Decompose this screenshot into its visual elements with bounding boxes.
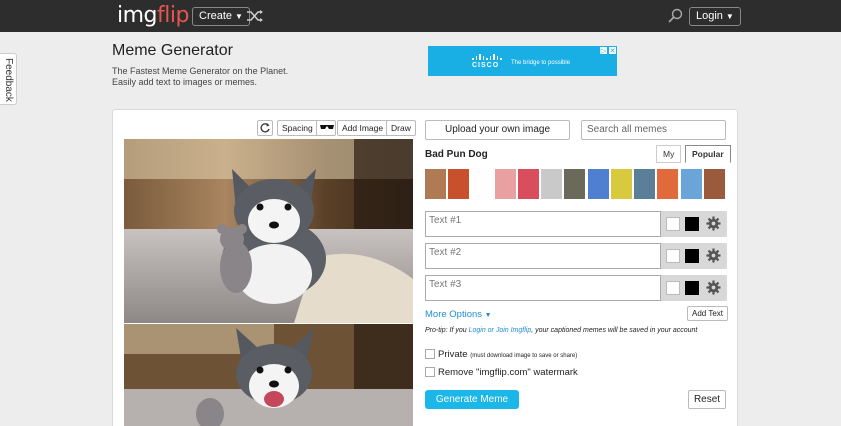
cisco-bars-icon (472, 54, 502, 60)
meme-thumbnail[interactable] (425, 169, 446, 199)
login-label: Login (696, 10, 723, 22)
pro-tip-prefix: Pro-tip: If you (425, 327, 469, 334)
private-note: (must download image to save or share) (470, 353, 578, 359)
meme-thumbnail[interactable] (681, 169, 702, 199)
login-join-link[interactable]: Login or Join Imgflip (469, 327, 532, 334)
private-label: Private (must download image to save or … (438, 349, 577, 360)
text-row-2: Text #2 (425, 243, 727, 269)
page-title: Meme Generator (112, 42, 233, 59)
ad-banner[interactable]: CISCO The bridge to possible ▷ ✕ (428, 46, 617, 76)
private-checkbox[interactable] (425, 349, 435, 359)
search-icon[interactable] (667, 8, 683, 24)
chevron-down-icon: ▼ (235, 12, 243, 21)
gear-icon[interactable] (706, 216, 721, 231)
meme-thumbnail-strip (425, 169, 727, 199)
meme-image-top[interactable] (124, 139, 413, 323)
meme-thumbnail[interactable] (495, 169, 516, 199)
top-navbar: imgflip Create ▼ Login ▼ (0, 0, 841, 32)
meme-thumbnail[interactable] (471, 169, 492, 199)
text-input-3[interactable]: Text #3 (425, 275, 661, 301)
chevron-down-icon: ▼ (484, 312, 492, 319)
draw-button[interactable]: Draw (386, 120, 416, 136)
meme-thumbnail[interactable] (518, 169, 539, 199)
outline-color-white[interactable] (666, 249, 680, 263)
add-text-button[interactable]: Add Text (687, 306, 728, 321)
logo-part-1: img (117, 3, 158, 28)
text-row-3: Text #3 (425, 275, 727, 301)
chevron-down-icon: ▼ (725, 12, 734, 21)
meme-thumbnail[interactable] (634, 169, 655, 199)
page-subtitle: The Fastest Meme Generator on the Planet… (112, 66, 289, 87)
meme-thumbnail[interactable] (704, 169, 725, 199)
rotate-button[interactable] (257, 120, 273, 136)
more-options-label: More Options (425, 309, 483, 320)
spacing-button[interactable]: Spacing (277, 120, 318, 136)
husky-dog-image (124, 139, 413, 323)
create-menu-button[interactable]: Create ▼ (192, 7, 250, 26)
outline-color-white[interactable] (666, 217, 680, 231)
tab-popular[interactable]: Popular (685, 145, 731, 163)
text-input-1[interactable]: Text #1 (425, 211, 661, 237)
meme-thumbnail[interactable] (657, 169, 678, 199)
rotate-icon (260, 123, 270, 133)
sunglasses-icon (320, 125, 334, 129)
sunglasses-button[interactable] (316, 120, 336, 136)
meme-thumbnail[interactable] (564, 169, 585, 199)
close-icon[interactable]: ✕ (608, 46, 617, 55)
selected-meme-name: Bad Pun Dog (425, 149, 488, 160)
gear-icon[interactable] (706, 248, 721, 263)
pro-tip-text: Pro-tip: If you Login or Join Imgflip, y… (425, 327, 697, 334)
meme-thumbnail[interactable] (448, 169, 469, 199)
outline-color-white[interactable] (666, 281, 680, 295)
search-memes-input[interactable]: Search all memes (581, 120, 726, 140)
add-image-button[interactable]: Add Image (337, 120, 389, 136)
private-text: Private (438, 349, 468, 360)
imgflip-logo[interactable]: imgflip (117, 3, 189, 28)
meme-thumbnail[interactable] (611, 169, 632, 199)
create-label: Create (199, 10, 233, 22)
text-color-black[interactable] (685, 281, 699, 295)
tab-my[interactable]: My (656, 145, 682, 163)
meme-thumbnail[interactable] (541, 169, 562, 199)
text-row-1: Text #1 (425, 211, 727, 237)
feedback-tab[interactable]: Feedback (0, 53, 17, 105)
more-options-link[interactable]: More Options ▼ (425, 309, 492, 320)
login-menu-button[interactable]: Login ▼ (689, 7, 741, 26)
remove-watermark-label: Remove "imgflip.com" watermark (438, 367, 578, 378)
ad-choices[interactable]: ▷ ✕ (599, 46, 617, 55)
logo-part-2: flip (157, 3, 189, 28)
upload-image-button[interactable]: Upload your own image (425, 120, 570, 140)
gear-icon[interactable] (706, 280, 721, 295)
pro-tip-suffix: , your captioned memes will be saved in … (531, 327, 698, 334)
meme-thumbnail[interactable] (588, 169, 609, 199)
ad-info-icon[interactable]: ▷ (599, 46, 608, 55)
remove-watermark-checkbox[interactable] (425, 367, 435, 377)
ad-tagline: The bridge to possible (511, 60, 571, 66)
text-color-black[interactable] (685, 249, 699, 263)
reset-button[interactable]: Reset (688, 390, 726, 409)
husky-dog-laughing-image (124, 324, 413, 426)
shuffle-icon[interactable] (246, 9, 264, 23)
text-color-black[interactable] (685, 217, 699, 231)
generate-meme-button[interactable]: Generate Meme (425, 390, 519, 409)
meme-image-bottom[interactable] (124, 324, 413, 426)
ad-brand: CISCO (472, 62, 500, 69)
feedback-label: Feedback (3, 58, 14, 102)
text-input-2[interactable]: Text #2 (425, 243, 661, 269)
